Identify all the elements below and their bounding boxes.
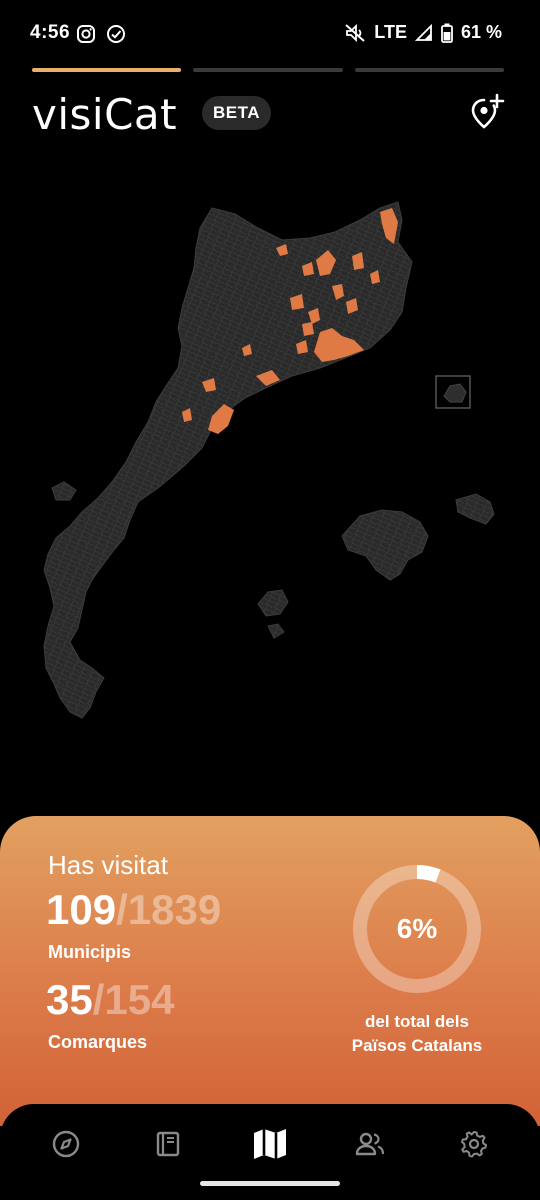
percentage-caption-line1: del total dels — [365, 1012, 469, 1031]
status-system-icons: LTE 61 % — [344, 22, 502, 43]
nav-settings[interactable] — [446, 1118, 502, 1174]
progress-segment-active — [32, 68, 182, 72]
status-time: 4:56 — [30, 22, 71, 43]
book-icon — [153, 1129, 183, 1164]
percentage-value: 6% — [396, 913, 438, 944]
app-header: visiCat BETA — [0, 88, 540, 144]
municipis-total: /1839 — [116, 886, 222, 933]
settings-icon — [459, 1129, 489, 1164]
visited-map[interactable] — [30, 190, 510, 730]
percentage-caption-line2: Països Catalans — [351, 1036, 483, 1055]
status-notification-icons — [76, 24, 126, 49]
compass-icon — [51, 1129, 81, 1164]
network-type: LTE — [374, 22, 407, 42]
comarques-visited: 35 — [46, 976, 93, 1023]
signal-icon — [414, 23, 433, 42]
progress-segment — [193, 68, 343, 72]
bottom-nav — [0, 1104, 540, 1200]
formentera-region[interactable] — [267, 623, 285, 639]
menorca-region[interactable] — [455, 493, 495, 525]
map-icon — [251, 1125, 289, 1168]
mallorca-region[interactable] — [341, 509, 429, 581]
battery-icon — [441, 23, 453, 43]
mute-icon — [344, 23, 366, 43]
add-place-button[interactable] — [468, 92, 508, 132]
eivissa-region[interactable] — [257, 589, 289, 617]
mainland-region[interactable] — [43, 201, 413, 719]
percentage-caption: del total dels Països Catalans — [322, 1010, 512, 1058]
nav-map[interactable] — [242, 1118, 298, 1174]
nav-friends[interactable] — [342, 1118, 398, 1174]
nav-explore[interactable] — [38, 1118, 94, 1174]
municipis-visited: 109 — [46, 886, 117, 933]
map-pin-plus-icon — [468, 93, 508, 136]
app-logo: visiCat — [32, 90, 178, 139]
stats-card: Has visitat 109 /1839 Municipis 35 /154 … — [0, 816, 540, 1126]
story-progress — [32, 68, 504, 72]
check-circle-icon — [106, 24, 126, 49]
inset-region — [443, 383, 467, 403]
progress-segment — [354, 68, 504, 72]
battery-level: 61 % — [460, 22, 502, 42]
comarques-total: /154 — [92, 976, 175, 1023]
people-icon — [354, 1129, 386, 1164]
municipis-count: 109 /1839 — [46, 886, 221, 934]
small-island-west[interactable] — [51, 481, 77, 501]
status-bar: 4:56 LTE 61 % — [0, 0, 540, 68]
instagram-icon — [76, 24, 96, 49]
nav-guide[interactable] — [140, 1118, 196, 1174]
home-indicator[interactable] — [200, 1181, 340, 1186]
municipis-label: Municipis — [48, 942, 132, 962]
stats-title: Has visitat — [48, 850, 168, 880]
beta-badge: BETA — [202, 96, 272, 130]
comarques-count: 35 /154 — [46, 976, 174, 1024]
comarques-label: Comarques — [48, 1032, 148, 1052]
